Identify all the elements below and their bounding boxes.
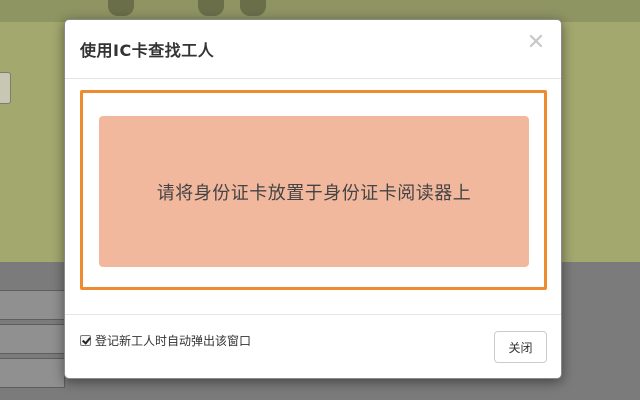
background-ornament [108, 0, 134, 16]
background-button [0, 72, 11, 104]
auto-popup-option[interactable]: 登记新工人时自动弹出该窗口 [80, 332, 251, 349]
background-field [0, 290, 65, 320]
card-reader-instruction: 请将身份证卡放置于身份证卡阅读器上 [156, 182, 472, 204]
dialog-title: 使用IC卡查找工人 [80, 41, 215, 60]
background-field [0, 324, 65, 354]
close-button[interactable]: 关闭 [494, 331, 547, 363]
close-icon[interactable]: ✕ [525, 32, 547, 54]
background-ornament [240, 0, 266, 16]
background-ornament [198, 0, 224, 16]
card-reader-prompt-panel: 请将身份证卡放置于身份证卡阅读器上 [99, 116, 529, 267]
footer-divider [65, 314, 561, 315]
card-reader-frame: 请将身份证卡放置于身份证卡阅读器上 [80, 90, 547, 290]
auto-popup-label: 登记新工人时自动弹出该窗口 [95, 334, 252, 348]
auto-popup-checkbox[interactable] [80, 335, 91, 346]
background-field [0, 358, 65, 388]
header-divider [65, 78, 561, 79]
ic-card-lookup-dialog: 使用IC卡查找工人 ✕ 请将身份证卡放置于身份证卡阅读器上 登记新工人时自动弹出… [64, 19, 562, 379]
